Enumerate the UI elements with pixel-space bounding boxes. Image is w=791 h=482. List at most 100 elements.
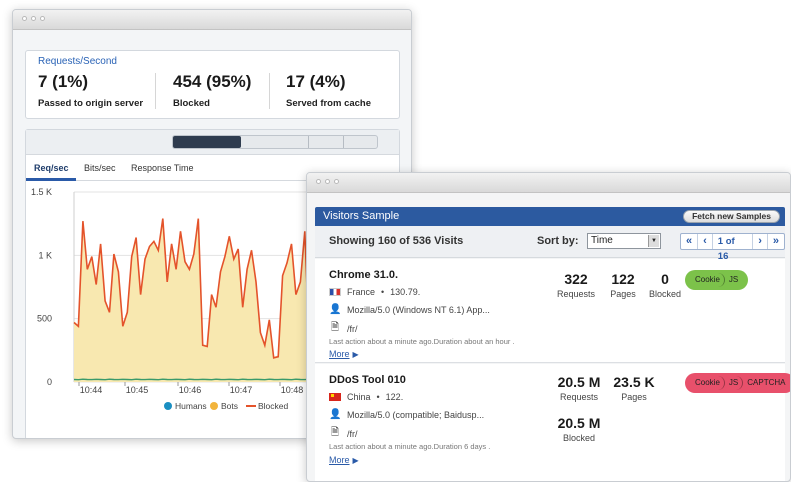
- metric-value: 0: [661, 271, 669, 287]
- stat-divider: [269, 73, 270, 109]
- visitor-ip: 122.: [385, 392, 404, 402]
- metric-label: Pages: [610, 289, 636, 299]
- metric-pages: 23.5 K Pages: [609, 374, 659, 402]
- visitor-agent-line: 👤 Mozilla/5.0 (compatible; Baidusp...: [329, 409, 484, 420]
- metric-label: Requests: [556, 289, 596, 299]
- next-page-button[interactable]: ›: [753, 234, 768, 249]
- more-link[interactable]: More ▶: [329, 349, 359, 359]
- visits-count: Showing 160 of 536 Visits: [329, 235, 464, 247]
- x-tick-label: 10:48: [281, 385, 304, 395]
- visitor-path-line: 🗎 /fr/: [329, 425, 358, 442]
- visitor-agent-line: 👤 Mozilla/5.0 (Windows NT 6.1) App...: [329, 304, 490, 315]
- stat-caption: Passed to origin server: [38, 98, 144, 109]
- window-dot-icon[interactable]: [334, 179, 339, 184]
- prev-page-button[interactable]: ‹: [698, 234, 713, 249]
- visitor-location: France • 130.79.: [329, 287, 420, 297]
- time-range-slider[interactable]: [172, 135, 378, 149]
- x-tick-label: 10:46: [179, 385, 202, 395]
- tag-js: JS: [725, 376, 744, 390]
- visitor-path: /fr/: [347, 428, 358, 439]
- visitors-toolbar: Showing 160 of 536 Visits Sort by: Time …: [315, 226, 785, 262]
- tab-bits-sec[interactable]: Bits/sec: [84, 163, 116, 173]
- stat-value: 17 (4%): [286, 72, 346, 91]
- window-titlebar: [13, 10, 411, 30]
- visitor-agent: Mozilla/5.0 (compatible; Baidusp...: [347, 409, 485, 420]
- legend-marker: [210, 402, 218, 410]
- metric-label: Blocked: [648, 289, 682, 299]
- fetch-samples-button[interactable]: Fetch new Samples: [683, 210, 780, 223]
- legend-label: Humans: [175, 401, 207, 411]
- last-page-button[interactable]: »: [768, 234, 784, 249]
- stat-cached: 17 (4%) Served from cache: [286, 72, 371, 109]
- chart-range-bar: [26, 130, 399, 155]
- window-titlebar: [307, 173, 790, 193]
- more-link-label: More: [329, 455, 350, 465]
- visitors-header: Visitors Sample Fetch new Samples: [315, 207, 785, 226]
- metric-label: Pages: [621, 392, 647, 402]
- window-dot-icon[interactable]: [325, 179, 330, 184]
- window-dot-icon[interactable]: [316, 179, 321, 184]
- active-tab-indicator: [26, 178, 76, 181]
- metric-value: 23.5 K: [613, 374, 655, 390]
- tag-cookie: Cookie: [691, 376, 725, 390]
- visitor-country: China: [347, 392, 371, 402]
- metric-value: 322: [564, 271, 588, 287]
- tab-req-sec[interactable]: Req/sec: [34, 163, 69, 173]
- sort-select[interactable]: Time ▼: [587, 233, 661, 249]
- visitors-title: Visitors Sample: [323, 210, 400, 222]
- file-icon: 🗎: [330, 427, 340, 438]
- stat-caption: Served from cache: [286, 98, 372, 109]
- visitor-ip: 130.79.: [390, 287, 421, 297]
- china-flag-icon: [329, 393, 341, 401]
- x-tick-label: 10:47: [230, 385, 253, 395]
- x-tick-label: 10:45: [126, 385, 149, 395]
- visitor-last-action: Last action about a minute ago.Duration …: [329, 442, 491, 451]
- bullet: •: [381, 287, 385, 297]
- france-flag-icon: [329, 288, 341, 296]
- legend-label: Bots: [221, 401, 238, 411]
- stat-divider: [155, 73, 156, 109]
- window-dot-icon[interactable]: [31, 16, 36, 21]
- metric-value: 20.5 M: [557, 415, 601, 431]
- file-icon: 🗎: [330, 322, 340, 333]
- tag-captcha: CAPTCHA: [747, 378, 786, 387]
- visitor-path-line: 🗎 /fr/: [329, 320, 358, 337]
- metric-label: Requests: [559, 392, 599, 402]
- first-page-button[interactable]: «: [681, 234, 699, 249]
- visitor-last-action: Last action about a minute ago.Duration …: [329, 337, 515, 346]
- window-dot-icon[interactable]: [22, 16, 27, 21]
- bullet: •: [376, 392, 380, 402]
- tab-response-time[interactable]: Response Time: [131, 163, 194, 173]
- visitor-country: France: [347, 287, 376, 297]
- tag-js: JS: [728, 275, 739, 284]
- stat-blocked: 454 (95%) Blocked: [173, 72, 251, 109]
- visit-item: DDoS Tool 010 China • 122. 👤 Mozilla/5.0…: [315, 364, 790, 481]
- challenge-tags: Cookie JS: [685, 270, 749, 290]
- arrow-right-icon: ▶: [352, 456, 359, 465]
- challenge-tags: Cookie JS CAPTCHA: [685, 373, 790, 393]
- y-tick-label: 500: [37, 314, 52, 324]
- legend-marker: [164, 402, 172, 410]
- x-tick-label: 10:44: [80, 385, 103, 395]
- window-dot-icon[interactable]: [40, 16, 45, 21]
- stat-value: 7 (1%): [38, 72, 89, 91]
- time-range-handle[interactable]: [173, 136, 241, 148]
- metric-value: 20.5 M: [557, 374, 601, 390]
- metric-pages: 122 Pages: [603, 271, 643, 299]
- dropdown-caret-icon: ▼: [648, 235, 659, 247]
- more-link[interactable]: More ▶: [329, 455, 359, 465]
- more-link-label: More: [329, 349, 350, 359]
- y-tick-label: 0: [47, 377, 52, 387]
- user-icon: 👤: [329, 409, 342, 420]
- user-icon: 👤: [329, 304, 342, 315]
- range-divider: [343, 136, 344, 148]
- arrow-right-icon: ▶: [352, 350, 359, 359]
- stat-value: 454 (95%): [173, 72, 252, 91]
- visit-item: Chrome 31.0. France • 130.79. 👤 Mozilla/…: [315, 259, 785, 363]
- visitor-location: China • 122.: [329, 392, 403, 402]
- stat-passed: 7 (1%) Passed to origin server: [38, 72, 143, 109]
- sort-value: Time: [591, 235, 613, 246]
- metric-label: Blocked: [562, 433, 596, 443]
- tag-cookie: Cookie: [691, 273, 725, 287]
- y-tick-label: 1.5 K: [31, 187, 52, 197]
